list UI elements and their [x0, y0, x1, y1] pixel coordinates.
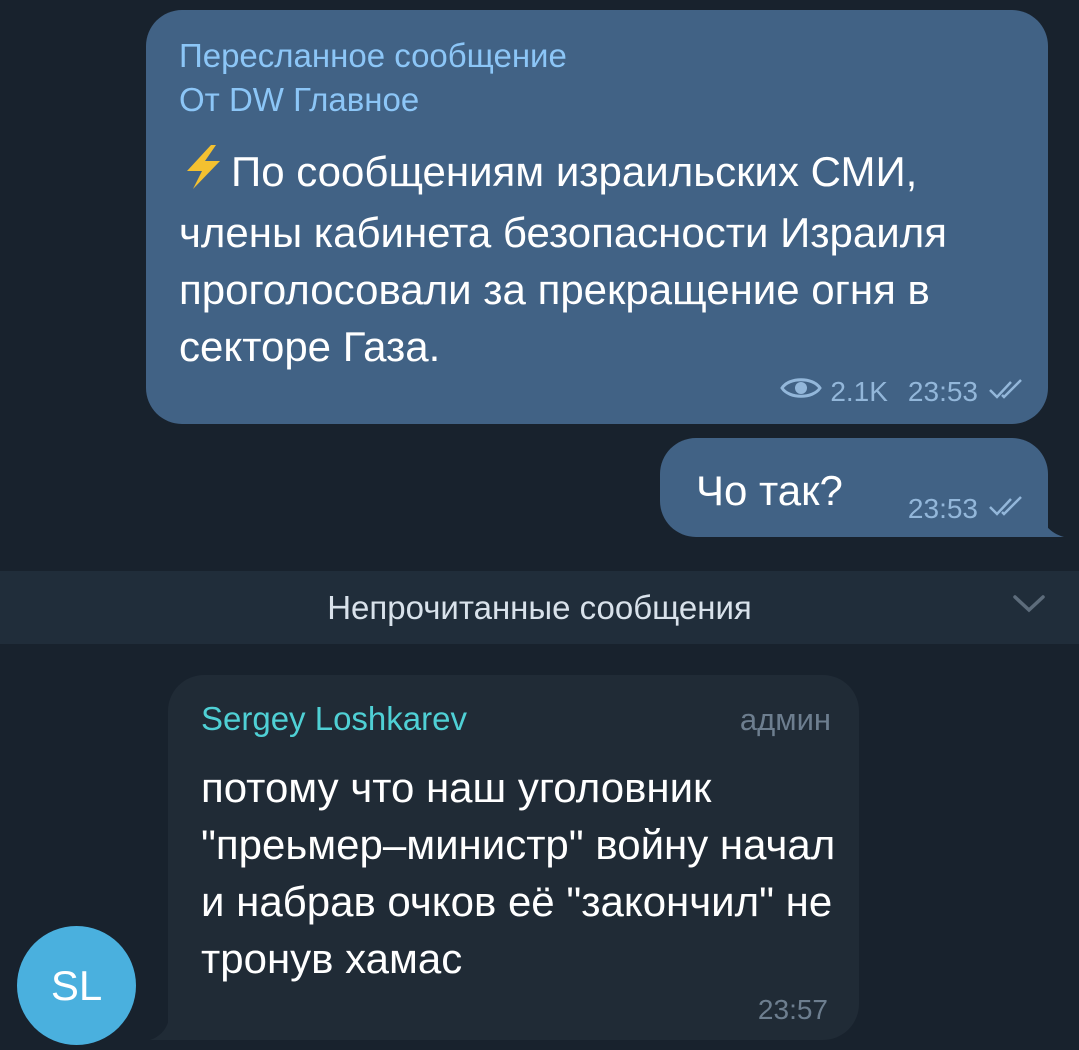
forward-source[interactable]: От DW Главное	[179, 78, 567, 122]
message-time: 23:57	[757, 994, 828, 1025]
chevron-down-icon[interactable]	[1012, 593, 1046, 620]
bubble-tail	[1040, 507, 1066, 542]
double-check-icon	[988, 493, 1024, 525]
avatar-initials: SL	[50, 961, 103, 1009]
forward-header[interactable]: Пересланное сообщение От DW Главное	[179, 34, 567, 122]
views-count: 2.1K	[830, 375, 888, 407]
sender-row: Sergey Loshkarev админ	[201, 697, 831, 742]
outgoing-message-bubble[interactable]: Чо так? 23:53	[660, 438, 1048, 537]
double-check-icon	[988, 376, 1024, 408]
forwarded-message-text: По сообщениям израильских СМИ, члены каб…	[179, 143, 1029, 375]
forwarded-message-meta: 2.1K 23:53	[780, 375, 1024, 408]
eye-icon	[780, 375, 823, 408]
forward-label: Пересланное сообщение	[179, 37, 567, 74]
avatar[interactable]: SL	[17, 926, 136, 1045]
outgoing-message-text: Чо так?	[696, 467, 843, 514]
lightning-icon	[179, 144, 227, 204]
unread-messages-label: Непрочитанные сообщения	[327, 589, 752, 626]
incoming-message-text: потому что наш уголовник "преьмер–минист…	[201, 764, 836, 982]
forwarded-message-bubble[interactable]: Пересланное сообщение От DW Главное По с…	[146, 10, 1048, 424]
message-time: 23:53	[907, 375, 978, 407]
chat-history[interactable]: Пересланное сообщение От DW Главное По с…	[0, 0, 1079, 1050]
outgoing-message-meta: 23:53	[908, 493, 1024, 525]
message-time: 23:53	[907, 493, 978, 524]
sender-name[interactable]: Sergey Loshkarev	[201, 697, 467, 741]
forwarded-message-body: По сообщениям израильских СМИ, члены каб…	[179, 148, 947, 370]
sender-role-badge: админ	[739, 702, 831, 737]
bubble-tail	[150, 1010, 170, 1045]
incoming-message-bubble[interactable]: Sergey Loshkarev админ потому что наш уг…	[168, 675, 859, 1040]
unread-messages-divider: Непрочитанные сообщения	[0, 571, 1079, 644]
views-group: 2.1K	[780, 375, 888, 408]
